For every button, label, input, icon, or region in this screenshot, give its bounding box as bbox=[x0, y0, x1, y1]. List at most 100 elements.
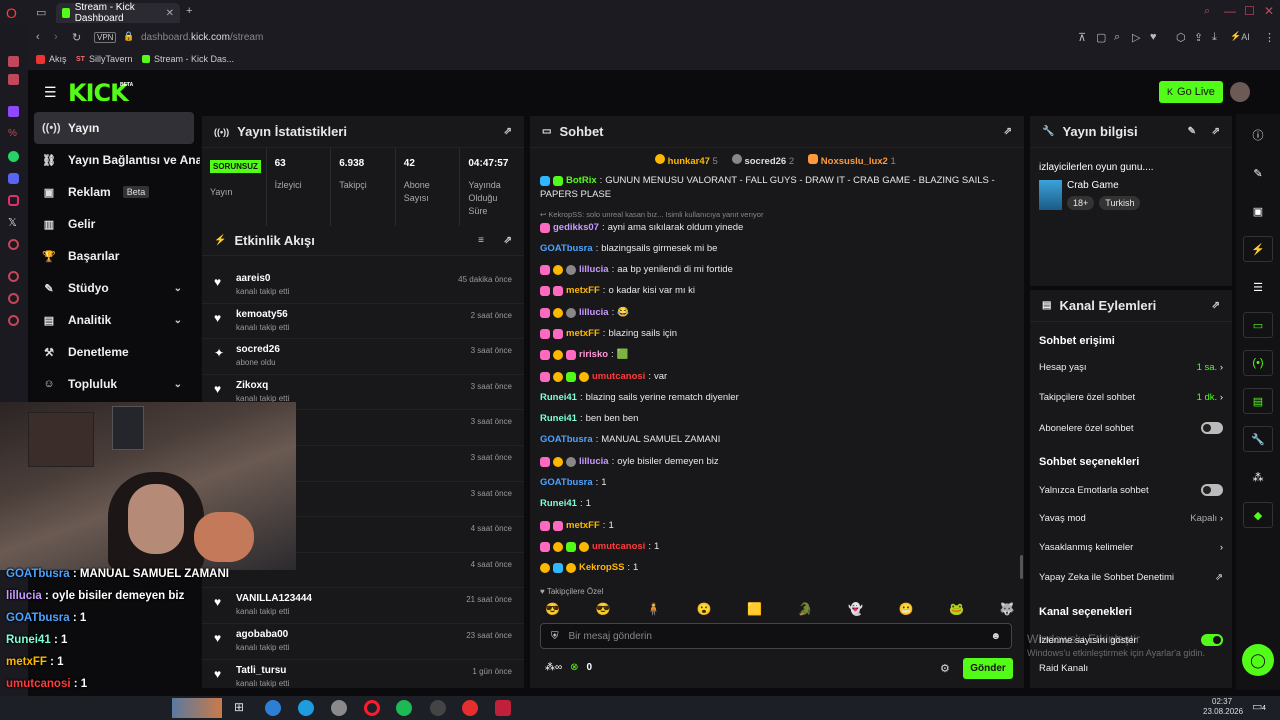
tab-close-icon[interactable]: ✕ bbox=[166, 8, 174, 19]
activity-item[interactable]: ✦ socred26 abone oldu 3 saat önce bbox=[202, 339, 524, 375]
edit-icon[interactable]: ✎ bbox=[1243, 160, 1273, 186]
taskbar-app-icon[interactable] bbox=[331, 700, 347, 716]
chat-message[interactable]: metxFF: o kadar kisi var mı ki bbox=[540, 284, 695, 297]
help-chat-button[interactable]: ◯ bbox=[1242, 644, 1274, 676]
sidebar-item-denetleme[interactable]: ⚒ Denetleme bbox=[28, 336, 200, 368]
chat-username[interactable]: ririsko bbox=[579, 348, 608, 361]
pin-icon[interactable]: ⊼ bbox=[1078, 31, 1086, 44]
chat-message[interactable]: Runei41: ben ben ben bbox=[540, 412, 638, 425]
popout-icon[interactable]: ⇗ bbox=[1004, 126, 1012, 137]
opera-icon[interactable] bbox=[364, 700, 380, 716]
chat-username[interactable]: lillucia bbox=[579, 263, 609, 276]
emote-icon[interactable]: 🐸 bbox=[949, 602, 964, 616]
opera-logo-icon[interactable]: O bbox=[6, 5, 17, 21]
obs-icon[interactable] bbox=[430, 700, 446, 716]
instagram-icon[interactable] bbox=[8, 195, 19, 206]
sidebar-item-reklam[interactable]: ▣ Reklam Beta bbox=[28, 176, 200, 208]
discord-icon[interactable] bbox=[8, 173, 19, 184]
chat-message[interactable]: BotRix: GUNUN MENUSU VALORANT - FALL GUYS… bbox=[540, 174, 995, 187]
snapshot-icon[interactable]: ▢ bbox=[1096, 31, 1106, 44]
chat-settings-icon[interactable]: ⚙ bbox=[940, 662, 950, 675]
chat-message[interactable]: KekropSS:1 bbox=[540, 561, 638, 574]
category-name[interactable]: Crab Game bbox=[1067, 180, 1119, 191]
chat-username[interactable]: Runei41 bbox=[540, 412, 577, 425]
emoji-picker-icon[interactable]: ☻ bbox=[990, 631, 1001, 642]
heart-bookmark-icon[interactable]: ♥ bbox=[1150, 31, 1157, 43]
info-icon[interactable]: ⓘ bbox=[1243, 122, 1273, 148]
kick-logo[interactable]: KICK bbox=[68, 79, 129, 107]
chat-message[interactable]: GOATbusra: MANUAL SAMUEL ZAMANI bbox=[540, 433, 720, 446]
toggle-switch[interactable] bbox=[1201, 422, 1223, 434]
activity-item[interactable]: ♥ aareis0 kanalı takip etti 45 dakika önce bbox=[202, 268, 524, 304]
twitch-icon[interactable] bbox=[8, 106, 19, 117]
chat-message[interactable]: Runei41: blazing sails yerine rematch diy… bbox=[540, 391, 739, 404]
setting-row[interactable]: Yasaklanmış kelimeler › bbox=[1039, 542, 1223, 553]
edit-icon[interactable]: ✎ bbox=[1188, 126, 1196, 137]
x-icon[interactable]: 𝕏 bbox=[8, 216, 17, 229]
chat-message[interactable]: lillucia: aa bp yenilendi di mi fortide bbox=[540, 263, 733, 276]
chat-username[interactable]: umutcanosi bbox=[592, 540, 645, 553]
chat-message[interactable]: ↩ KekropSS: solo unreal kasan bız... Isi… bbox=[540, 208, 763, 221]
chat-username[interactable]: umutcanosi bbox=[592, 370, 645, 383]
edge-icon[interactable] bbox=[298, 700, 314, 716]
toggle-switch[interactable] bbox=[1201, 634, 1223, 646]
sidebar-app-icon[interactable] bbox=[8, 56, 19, 67]
tab-kick-dashboard[interactable]: Stream - Kick Dashboard ✕ bbox=[56, 2, 180, 24]
setting-row[interactable]: Yapay Zeka ile Sohbet Denetimi ⇗ bbox=[1039, 572, 1223, 583]
chat-message[interactable]: metxFF: blazing sails için bbox=[540, 327, 677, 340]
reload-icon[interactable]: ↻ bbox=[72, 31, 81, 44]
chat-username[interactable]: KekropSS bbox=[579, 561, 624, 574]
close-window-icon[interactable]: ✕ bbox=[1264, 4, 1274, 18]
avatar[interactable] bbox=[1230, 82, 1250, 102]
activity-item[interactable]: ♥ agobaba00 kanalı takip etti 23 saat önce bbox=[202, 624, 524, 660]
hamburger-menu-icon[interactable]: ☰ bbox=[44, 84, 57, 101]
list-icon[interactable]: ☰ bbox=[1243, 274, 1273, 300]
chat-message[interactable]: metxFF:1 bbox=[540, 519, 614, 532]
sidebar-app-icon[interactable] bbox=[8, 74, 19, 85]
tab-manager-icon[interactable]: ▭ bbox=[36, 6, 46, 19]
clock-date[interactable]: 23.08.2026 bbox=[1203, 707, 1243, 716]
send-button[interactable]: Gönder bbox=[963, 658, 1013, 679]
sidebar-app-icon[interactable] bbox=[8, 293, 19, 304]
taskbar-search-thumbnail[interactable] bbox=[172, 698, 222, 718]
emote-icon[interactable]: 😎 bbox=[596, 602, 611, 616]
category-thumbnail[interactable] bbox=[1039, 180, 1062, 210]
emote-icon[interactable]: 🟨 bbox=[747, 602, 762, 616]
chat-input[interactable]: ⛨ Bir mesaj gönderin ☻ bbox=[540, 623, 1012, 649]
setting-row[interactable]: Yavaş mod Kapalı › bbox=[1039, 513, 1223, 524]
popout-icon[interactable]: ⇗ bbox=[1212, 126, 1220, 137]
emote-icon[interactable]: 🐊 bbox=[798, 602, 813, 616]
notification-icon[interactable]: ▭ bbox=[1252, 700, 1262, 713]
filter-icon[interactable]: ≡ bbox=[478, 235, 484, 246]
minimize-icon[interactable]: — bbox=[1224, 4, 1236, 18]
taskbar-app-icon[interactable] bbox=[265, 700, 281, 716]
chat-username[interactable]: Runei41 bbox=[540, 391, 577, 404]
chat-username[interactable]: gedikks07 bbox=[553, 221, 599, 234]
chat-message[interactable]: lillucia: oyle bisiler demeyen biz bbox=[540, 455, 719, 468]
url-field[interactable]: dashboard.kick.com/stream bbox=[141, 32, 263, 43]
sidebar-item-gelir[interactable]: ▥ Gelir bbox=[28, 208, 200, 240]
history-icon[interactable] bbox=[8, 271, 19, 282]
chat-username[interactable]: metxFF bbox=[566, 327, 600, 340]
clock-time[interactable]: 02:37 bbox=[1212, 697, 1232, 706]
go-live-button[interactable]: K Go Live bbox=[1159, 81, 1223, 103]
chat-username[interactable]: Runei41 bbox=[540, 497, 577, 510]
extensions-icon[interactable]: ⬡ bbox=[1176, 31, 1186, 44]
sidebar-item-yayin[interactable]: ((•)) Yayın bbox=[34, 112, 194, 144]
activity-item[interactable]: ♥ Tatli_tursu kanalı takip etti 1 gün önce bbox=[202, 660, 524, 688]
back-icon[interactable]: ‹ bbox=[36, 31, 40, 43]
new-tab-icon[interactable]: + bbox=[186, 5, 192, 17]
setting-row[interactable]: Raid Kanalı bbox=[1039, 663, 1223, 674]
sidebar-item-topluluk[interactable]: ☺ Topluluk ⌄ bbox=[28, 368, 200, 400]
server-icon[interactable]: ▤ bbox=[1243, 388, 1273, 414]
sidebar-item-analitik[interactable]: ▤ Analitik ⌄ bbox=[28, 304, 200, 336]
forward-icon[interactable]: › bbox=[54, 31, 58, 43]
activity-item[interactable]: ♥ kemoaty56 kanalı takip etti 2 saat önce bbox=[202, 304, 524, 340]
bookmark-item[interactable]: ST SillyTavern bbox=[76, 54, 132, 64]
maximize-icon[interactable]: ☐ bbox=[1244, 4, 1255, 18]
emote-icon[interactable]: 👻 bbox=[848, 602, 863, 616]
chat-username[interactable]: metxFF bbox=[566, 284, 600, 297]
taskbar-app-icon[interactable] bbox=[462, 700, 478, 716]
popout-icon[interactable]: ⇗ bbox=[1212, 300, 1220, 311]
viewer-list-icon[interactable]: ⁂∞ bbox=[545, 662, 562, 673]
